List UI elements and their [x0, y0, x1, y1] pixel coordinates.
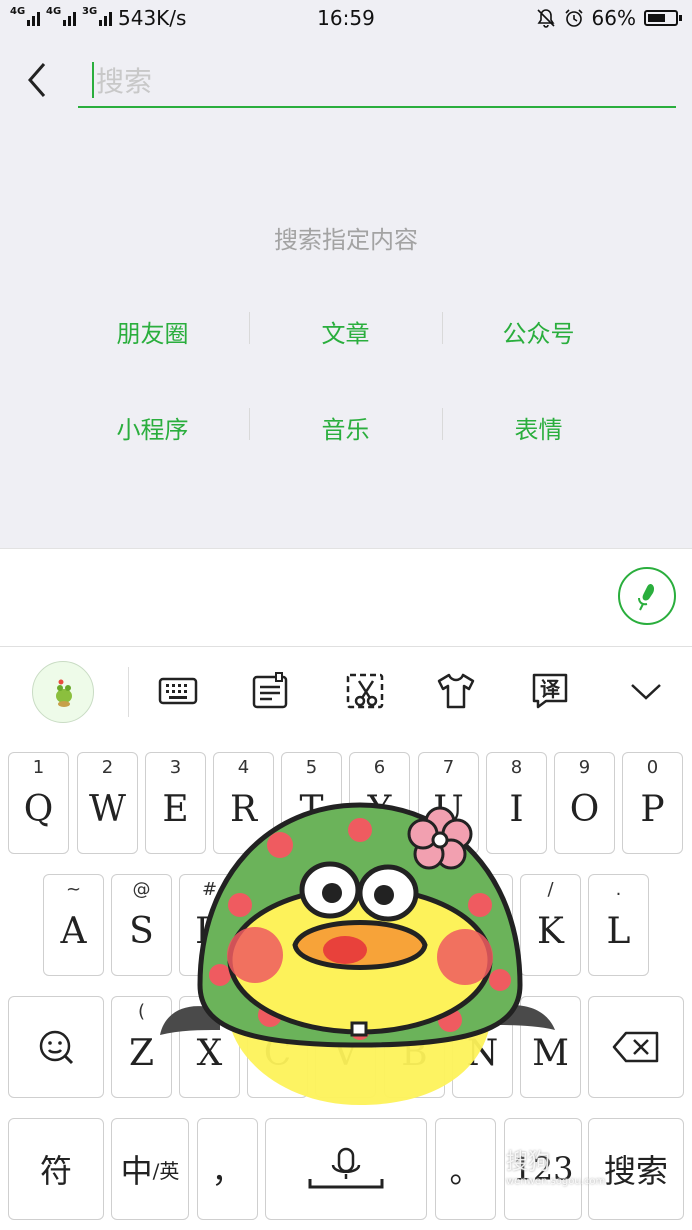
lang-zh-label: 中	[120, 1152, 153, 1190]
language-switch-key[interactable]: 中/英	[111, 1118, 189, 1220]
key-v[interactable]: ! V	[315, 996, 376, 1098]
svg-text:译: 译	[540, 677, 561, 701]
category-row: 朋友圈 文章 公众号	[56, 296, 636, 366]
chevron-down-icon	[631, 684, 661, 700]
status-right: 66%	[536, 6, 682, 30]
watermark-url: wenwen.sogou.com	[506, 1176, 606, 1187]
back-button[interactable]	[20, 60, 56, 100]
alarm-icon	[564, 9, 583, 27]
battery-percent: 66%	[591, 6, 636, 30]
voice-search-button[interactable]	[618, 567, 676, 625]
back-arrow-icon	[28, 63, 46, 97]
lang-en-label: /英	[152, 1158, 180, 1183]
toolbar-divider	[128, 667, 129, 717]
key-b[interactable]: :B	[384, 996, 445, 1098]
keyboard-switch-button[interactable]	[158, 671, 198, 711]
status-bar: 4G 4G 3G 543K/s 16:59 66%	[0, 0, 692, 36]
hide-keyboard-button[interactable]	[626, 671, 666, 711]
comma-key[interactable]: ，	[197, 1118, 258, 1220]
category-mini-programs[interactable]: 小程序	[56, 410, 249, 445]
search-category-grid: 朋友圈 文章 公众号 小程序 音乐 表情	[56, 296, 636, 488]
key-r[interactable]: 4R	[213, 752, 274, 854]
key-a[interactable]: ~ A	[43, 874, 104, 976]
ime-avatar[interactable]	[32, 661, 94, 723]
crop-scissors-icon	[346, 673, 384, 709]
tshirt-icon	[437, 673, 475, 709]
watermark: 搜狗 wenwen.sogou.com	[506, 1144, 605, 1187]
key-w[interactable]: 2W	[77, 752, 138, 854]
category-music[interactable]: 音乐	[249, 407, 442, 445]
watermark-text: 搜狗	[506, 1150, 551, 1175]
key-h[interactable]: -H	[384, 874, 445, 976]
clipboard-button[interactable]	[250, 671, 290, 711]
backspace-icon	[612, 1031, 659, 1063]
category-row: 小程序 音乐 表情	[56, 392, 636, 462]
key-x[interactable]: ) X	[179, 996, 240, 1098]
key-k[interactable]: / K	[520, 874, 581, 976]
keyboard-icon	[158, 677, 198, 705]
voice-input-strip	[0, 548, 692, 646]
key-e[interactable]: 3E	[145, 752, 206, 854]
microphone-icon	[638, 584, 655, 611]
search-hint: 搜索指定内容	[274, 226, 418, 254]
key-i[interactable]: 8I	[486, 752, 547, 854]
key-q[interactable]: 1Q	[8, 752, 69, 854]
key-g[interactable]: * G	[315, 874, 376, 976]
mute-bell-icon	[536, 9, 555, 28]
clipboard-icon	[252, 672, 288, 709]
key-p[interactable]: 0P	[622, 752, 683, 854]
category-moments[interactable]: 朋友圈	[56, 314, 249, 349]
key-f[interactable]: % F	[247, 874, 308, 976]
key-d[interactable]: # D	[179, 874, 240, 976]
emoji-key[interactable]	[8, 996, 104, 1098]
key-t[interactable]: 5T	[281, 752, 342, 854]
category-articles[interactable]: 文章	[249, 311, 442, 349]
backspace-key[interactable]	[588, 996, 684, 1098]
key-n[interactable]: ; N	[452, 996, 513, 1098]
category-stickers[interactable]: 表情	[442, 407, 635, 445]
symbols-key[interactable]: 符	[8, 1118, 104, 1220]
ime-toolbar: 译	[0, 646, 692, 738]
search-header	[0, 36, 692, 126]
battery-fill	[648, 14, 665, 22]
frog-avatar-icon	[56, 679, 72, 707]
skin-button[interactable]	[436, 671, 476, 711]
search-field[interactable]	[78, 56, 676, 108]
screenshot-crop-button[interactable]	[345, 671, 385, 711]
key-j[interactable]: _ J	[452, 874, 513, 976]
battery-icon	[644, 10, 682, 26]
key-s[interactable]: @ S	[111, 874, 172, 976]
period-key[interactable]: 。	[435, 1118, 496, 1220]
key-y[interactable]: 6Y	[349, 752, 410, 854]
translate-button[interactable]: 译	[530, 671, 570, 711]
key-o[interactable]: 9O	[554, 752, 615, 854]
translate-icon: 译	[532, 673, 568, 709]
key-m[interactable]: 、 M	[520, 996, 581, 1098]
key-c[interactable]: ? C	[247, 996, 308, 1098]
key-z[interactable]: (Z	[111, 996, 172, 1098]
category-official-accounts[interactable]: 公众号	[442, 311, 635, 349]
space-microphone-icon	[308, 1147, 384, 1189]
search-input[interactable]	[94, 60, 658, 102]
space-voice-key[interactable]	[265, 1118, 427, 1220]
key-l[interactable]: .L	[588, 874, 649, 976]
key-u[interactable]: 7U	[418, 752, 479, 854]
emoji-search-icon	[39, 1030, 74, 1065]
